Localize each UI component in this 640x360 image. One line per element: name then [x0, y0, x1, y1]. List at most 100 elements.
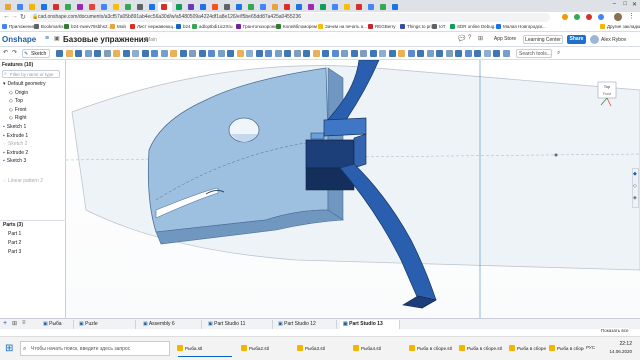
- bookmark-item[interactable]: Мой: [110, 24, 126, 29]
- feature-tool-icon[interactable]: [493, 50, 500, 57]
- feature-tool-icon[interactable]: [208, 50, 215, 57]
- feature-tool-icon[interactable]: [445, 50, 453, 57]
- browser-tab[interactable]: [317, 2, 328, 12]
- feature-item[interactable]: ▪ Sketch 3: [0, 157, 66, 165]
- workspace-label[interactable]: Main: [146, 37, 157, 43]
- feature-tool-icon[interactable]: [255, 50, 263, 57]
- origin-point[interactable]: [554, 153, 558, 157]
- document-tab[interactable]: ▣ Part Studio 13: [340, 320, 400, 329]
- document-tab[interactable]: ▣ Part Studio 12: [275, 320, 337, 329]
- feature-tool-icon[interactable]: [94, 50, 101, 57]
- feature-tool-icon[interactable]: [56, 50, 63, 57]
- feature-tool-icon[interactable]: [474, 50, 481, 57]
- part-item[interactable]: Part 2: [0, 239, 66, 247]
- feature-tool-icon[interactable]: [322, 50, 329, 57]
- feature-item[interactable]: ▾ Default geometry: [0, 80, 66, 88]
- feature-tool-icon[interactable]: [265, 50, 272, 57]
- feature-item[interactable]: ◇ Right: [0, 114, 66, 122]
- taskbar-app[interactable]: Рыба в сборе.stl: [548, 340, 584, 357]
- menu-kebab-icon[interactable]: ⋮: [628, 12, 635, 20]
- redo-icon[interactable]: ↷: [12, 49, 17, 56]
- browser-tab[interactable]: [305, 2, 316, 12]
- browser-tab[interactable]: [134, 2, 145, 12]
- minimize-button[interactable]: –: [613, 1, 616, 7]
- connector-tab-left[interactable]: [310, 132, 325, 140]
- taskbar-app[interactable]: Рыба в сборе.stl: [458, 340, 504, 357]
- browser-tab[interactable]: [158, 2, 172, 12]
- browser-tab[interactable]: [293, 2, 304, 12]
- feature-tool-icon[interactable]: [84, 50, 92, 57]
- browser-tab[interactable]: [281, 2, 292, 12]
- undo-icon[interactable]: ↶: [3, 49, 8, 56]
- feature-tool-icon[interactable]: [464, 50, 472, 57]
- browser-tab[interactable]: [74, 2, 85, 12]
- feature-tool-icon[interactable]: [284, 50, 291, 57]
- browser-tab[interactable]: [26, 2, 37, 12]
- browser-tab[interactable]: [269, 2, 280, 12]
- feature-tool-icon[interactable]: [141, 50, 149, 57]
- clock-time[interactable]: 22:12: [602, 341, 632, 347]
- feature-tool-icon[interactable]: [369, 50, 377, 57]
- feature-item[interactable]: ▪ Sketch 1: [0, 123, 66, 131]
- bookmark-item[interactable]: IoT: [432, 24, 446, 29]
- chat-icon[interactable]: 💬: [458, 35, 465, 42]
- feature-tool-icon[interactable]: [483, 50, 491, 57]
- bookmark-item[interactable]: b24: [176, 24, 191, 29]
- browser-tab[interactable]: [62, 2, 73, 12]
- share-button[interactable]: Share: [567, 35, 586, 44]
- document-tab[interactable]: ▣ Puzle: [76, 320, 136, 329]
- feature-tool-icon[interactable]: [426, 50, 434, 57]
- connector-block-side[interactable]: [353, 133, 367, 169]
- measure-icon[interactable]: ◇: [633, 183, 637, 189]
- back-icon[interactable]: ←: [3, 13, 10, 20]
- browser-tab[interactable]: [14, 2, 25, 12]
- feature-tool-icon[interactable]: [455, 50, 462, 57]
- feature-tool-icon[interactable]: [293, 50, 301, 57]
- taskbar-search-box[interactable]: ⌕ Чтобы начать поиск, введите здесь запр…: [20, 341, 170, 356]
- feature-tool-icon[interactable]: [246, 50, 253, 57]
- feature-tool-icon[interactable]: [179, 50, 187, 57]
- extension-icon[interactable]: [598, 14, 604, 20]
- section-icon[interactable]: ◈: [633, 195, 637, 201]
- sketch-button[interactable]: ✎ Sketch: [22, 49, 50, 58]
- browser-tab[interactable]: [98, 2, 109, 12]
- taskbar-app[interactable]: Рыба4.stl: [352, 340, 402, 357]
- forward-icon[interactable]: →: [11, 13, 18, 20]
- extension-icon[interactable]: [562, 14, 568, 20]
- feature-tool-icon[interactable]: [236, 50, 244, 57]
- feature-item[interactable]: ▪ Extrude 2: [0, 149, 66, 157]
- profile-avatar[interactable]: [614, 13, 622, 21]
- model-canvas[interactable]: Top Front: [65, 59, 640, 318]
- feature-tool-icon[interactable]: [151, 50, 158, 57]
- browser-tab[interactable]: [197, 2, 208, 12]
- keyboard-language[interactable]: РУС: [586, 345, 595, 350]
- feature-tool-icon[interactable]: [303, 50, 310, 57]
- bookmark-item[interactable]: b24-nwev78sbhs2...: [64, 24, 111, 29]
- browser-tab[interactable]: [389, 2, 400, 12]
- feature-tool-icon[interactable]: [360, 50, 367, 57]
- connector-block-front[interactable]: [305, 139, 355, 169]
- browser-tab[interactable]: [377, 2, 388, 12]
- feature-tool-icon[interactable]: [103, 50, 111, 57]
- reload-icon[interactable]: ↻: [20, 13, 26, 21]
- feature-item[interactable]: ◌ Linear pattern 2: [0, 177, 66, 185]
- feature-tool-icon[interactable]: [217, 50, 225, 57]
- user-avatar[interactable]: [590, 35, 599, 44]
- parts-header[interactable]: Parts (3): [0, 220, 66, 228]
- bookmark-item[interactable]: SDR online Debug...: [450, 24, 498, 29]
- browser-tab[interactable]: [86, 2, 97, 12]
- feature-item[interactable]: ◇ Top: [0, 97, 66, 105]
- connector-block-top[interactable]: [323, 117, 367, 137]
- add-tab-icon[interactable]: +: [3, 320, 7, 327]
- extension-icon[interactable]: [586, 14, 592, 20]
- part-item[interactable]: Part 3: [0, 248, 66, 256]
- onshape-logo[interactable]: Onshape: [2, 35, 36, 44]
- 3d-viewport[interactable]: Top Front ◆ ◇ ◈: [65, 59, 640, 318]
- feature-tool-icon[interactable]: [502, 50, 510, 57]
- taskbar-app[interactable]: Рыба2.stl: [240, 340, 290, 357]
- taskbar-app[interactable]: Рыба.stl: [176, 340, 234, 357]
- feature-tool-icon[interactable]: [379, 50, 386, 57]
- feature-tool-icon[interactable]: [407, 50, 415, 57]
- clock-date[interactable]: 14.06.2020: [596, 349, 632, 354]
- browser-tab[interactable]: [110, 2, 121, 12]
